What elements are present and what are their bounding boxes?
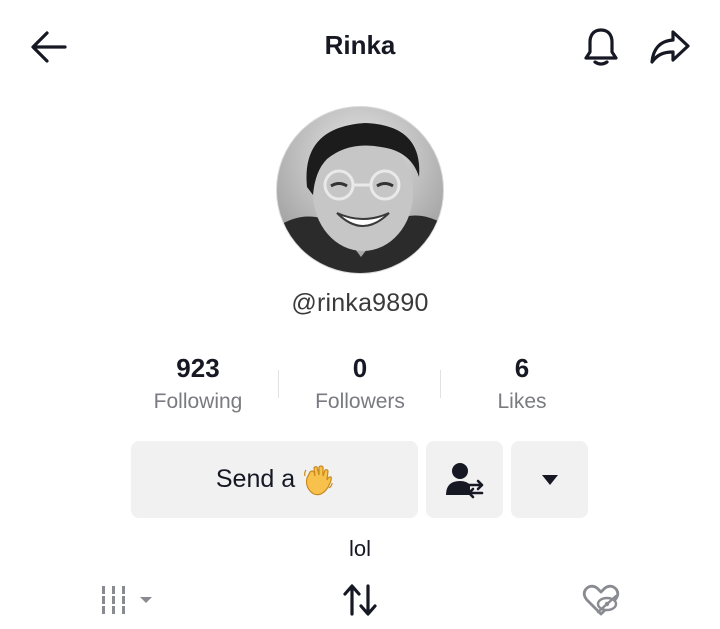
profile-page: Rinka @rinka9890 923 Following 0 Followe…	[0, 0, 720, 629]
liked-hidden-icon	[582, 584, 620, 616]
repost-icon	[343, 584, 377, 616]
bell-icon	[584, 28, 618, 66]
follow-back-icon	[445, 462, 483, 498]
following-label: Following	[153, 390, 243, 413]
tab-reposts[interactable]	[336, 580, 384, 620]
triangle-down-icon	[541, 474, 558, 485]
avatar[interactable]	[276, 106, 444, 274]
top-bar: Rinka	[0, 0, 720, 94]
tab-videos[interactable]	[96, 580, 156, 620]
follow-back-button[interactable]	[426, 441, 503, 518]
send-wave-button[interactable]: Send a	[131, 441, 418, 518]
username: @rinka9890	[291, 289, 429, 317]
likes-count: 6	[514, 353, 530, 383]
action-buttons: Send a	[131, 441, 589, 518]
likes-label: Likes	[497, 390, 547, 413]
stat-following[interactable]: 923 Following	[117, 350, 279, 414]
share-button[interactable]	[646, 24, 694, 70]
video-grid-icon	[102, 586, 152, 614]
content-tabs	[0, 574, 720, 624]
bio-text: lol	[348, 536, 371, 561]
following-count: 923	[176, 353, 220, 383]
waving-hand-icon	[303, 464, 333, 496]
notification-button[interactable]	[578, 24, 624, 70]
stat-followers[interactable]: 0 Followers	[279, 350, 441, 414]
avatar-photo	[277, 107, 443, 273]
followers-label: Followers	[315, 390, 405, 413]
send-wave-label: Send a	[215, 465, 296, 493]
stat-likes[interactable]: 6 Likes	[441, 350, 603, 414]
more-options-button[interactable]	[511, 441, 588, 518]
tab-liked[interactable]	[578, 580, 624, 620]
followers-count: 0	[352, 353, 368, 383]
share-icon	[650, 30, 690, 64]
stats-row: 923 Following 0 Followers 6 Likes	[117, 350, 603, 424]
